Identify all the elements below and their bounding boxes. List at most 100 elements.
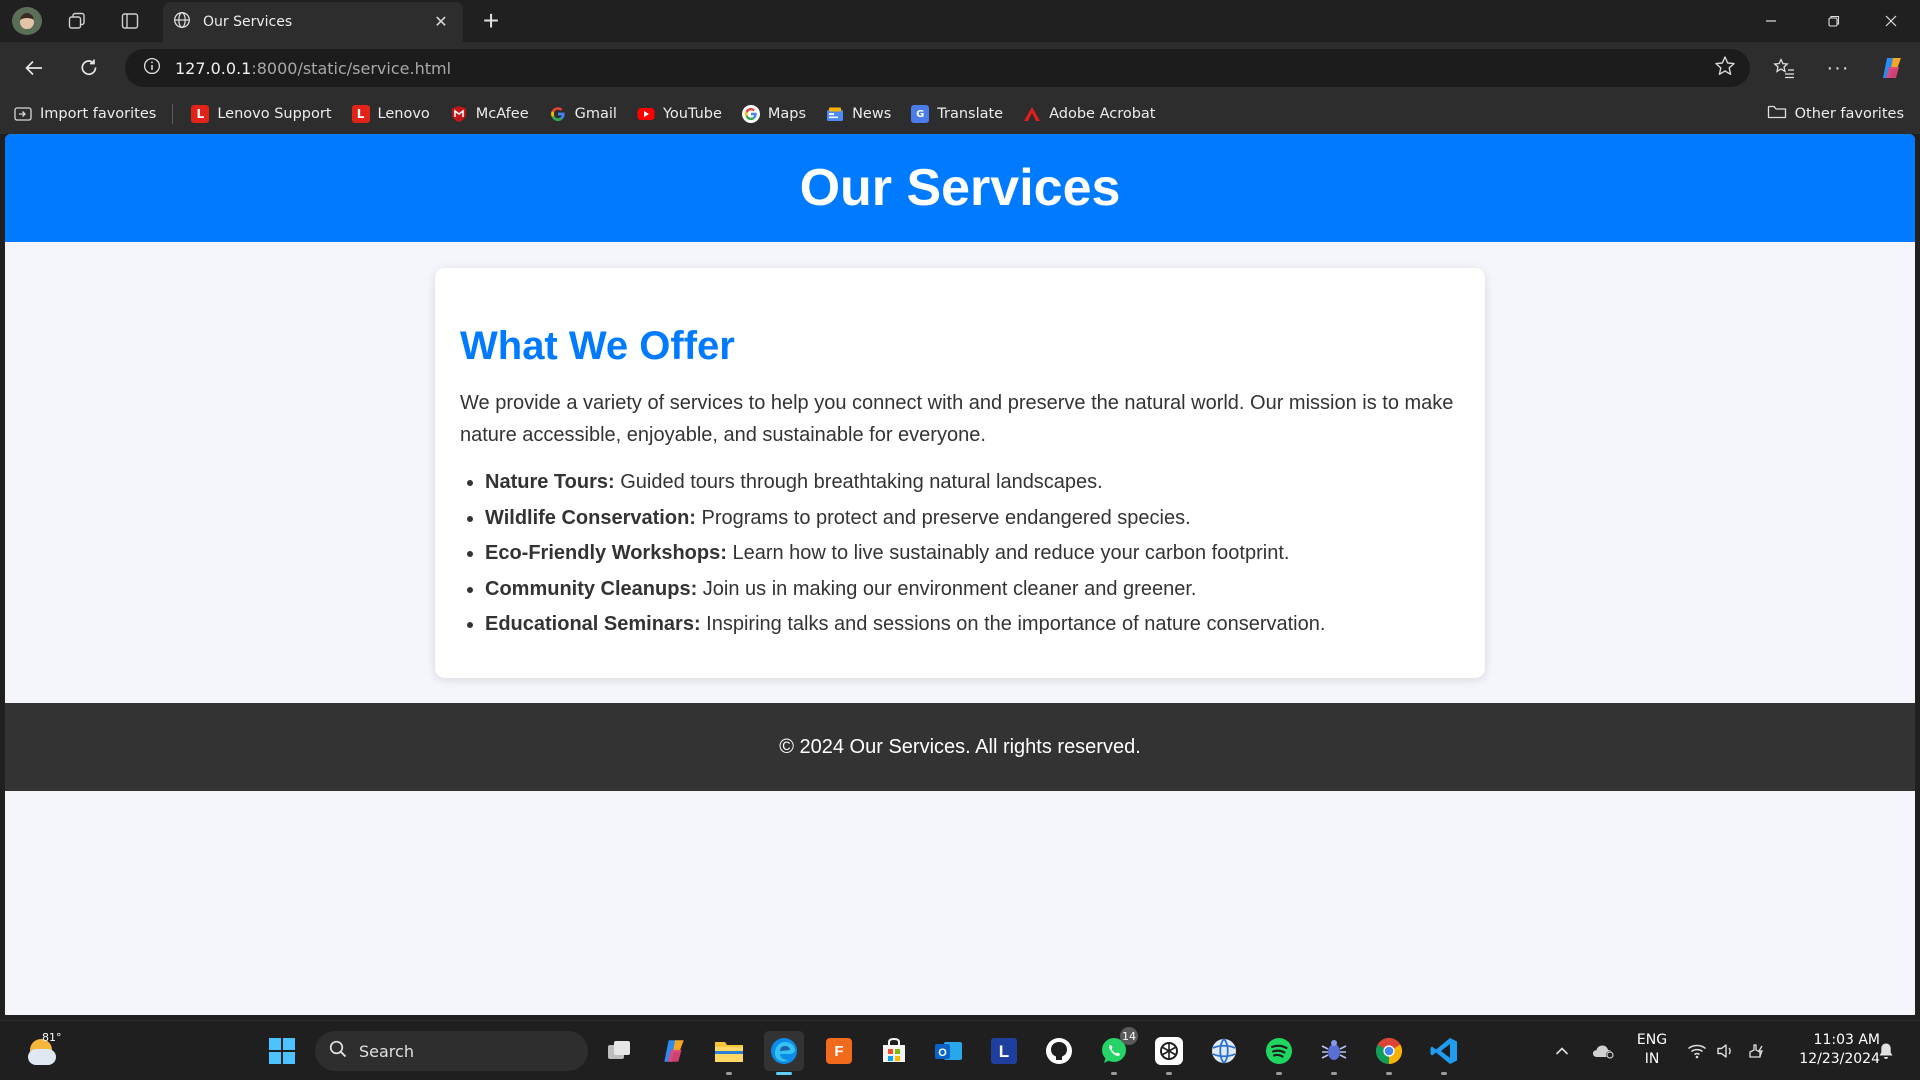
minimize-button[interactable] [1742, 0, 1800, 42]
taskbar-search[interactable]: Search [315, 1031, 588, 1071]
mcafee-icon [450, 105, 468, 123]
language-indicator[interactable]: ENG IN [1630, 1031, 1674, 1069]
chatgpt-icon[interactable] [1149, 1031, 1189, 1075]
news-icon [826, 105, 844, 123]
translate-icon: G [911, 105, 930, 123]
weather-cloud-icon [28, 1049, 56, 1065]
service-name: Nature Tours: [485, 471, 615, 493]
fav-news[interactable]: News [826, 105, 891, 123]
lenovo-icon: L [191, 105, 210, 123]
edge-browser-icon[interactable] [764, 1031, 804, 1075]
wifi-icon[interactable] [1685, 1021, 1709, 1080]
fav-maps[interactable]: Maps [741, 105, 807, 123]
fav-gmail[interactable]: Gmail [549, 105, 617, 123]
favorites-collection-icon[interactable] [1766, 50, 1802, 86]
fav-youtube[interactable]: YouTube [637, 105, 722, 123]
start-button[interactable] [262, 1031, 302, 1071]
active-indicator [776, 1072, 792, 1075]
chevron-up-icon[interactable] [1550, 1021, 1574, 1080]
import-icon [14, 105, 32, 123]
refresh-button[interactable] [71, 50, 107, 86]
other-favorites-label: Other favorites [1794, 106, 1904, 122]
tab-close-icon[interactable]: ✕ [429, 12, 453, 32]
onedrive-icon[interactable] [1590, 1021, 1618, 1080]
new-tab-button[interactable]: + [474, 4, 508, 38]
task-view-icon[interactable] [599, 1031, 639, 1071]
list-item: Eco-Friendly Workshops: Learn how to liv… [485, 536, 1460, 572]
fav-label: Lenovo [377, 106, 430, 122]
svg-text:F: F [834, 1043, 843, 1060]
page-viewport: Our Services What We Offer We provide a … [5, 134, 1915, 1015]
fav-label: Adobe Acrobat [1049, 106, 1156, 122]
running-indicator [1331, 1072, 1337, 1075]
folder-icon [1767, 104, 1787, 124]
google-icon [549, 105, 567, 123]
fav-adobe-acrobat[interactable]: Adobe Acrobat [1023, 105, 1156, 123]
whatsapp-icon[interactable]: 14 [1094, 1027, 1138, 1075]
running-indicator [1111, 1072, 1117, 1075]
site-info-icon[interactable] [143, 57, 161, 80]
weather-temp: 81° [42, 1031, 62, 1044]
search-placeholder: Search [359, 1041, 414, 1061]
file-explorer-icon[interactable] [709, 1031, 749, 1075]
vscode-icon[interactable] [1424, 1031, 1464, 1075]
lenovo-icon: L [351, 105, 370, 123]
fav-import-favorites[interactable]: Import favorites [14, 105, 156, 123]
globe-icon [173, 11, 191, 34]
copilot-taskbar-icon[interactable] [654, 1031, 694, 1071]
tab-our-services[interactable]: Our Services ✕ [163, 2, 463, 42]
clock[interactable]: 11:03 AM 12/23/2024 [1780, 1031, 1880, 1069]
vertical-tabs-icon[interactable] [115, 6, 145, 36]
clock-date: 12/23/2024 [1799, 1051, 1880, 1067]
workspaces-icon[interactable] [62, 6, 92, 36]
region-code: IN [1644, 1051, 1660, 1067]
bug-app-icon[interactable] [1314, 1031, 1354, 1075]
page-title: Our Services [799, 159, 1121, 217]
spotify-icon[interactable] [1259, 1031, 1299, 1075]
fav-label: Translate [937, 106, 1004, 122]
service-desc: Guided tours through breathtaking natura… [614, 471, 1103, 493]
tab-title: Our Services [203, 14, 293, 30]
fav-label: Maps [767, 106, 807, 122]
service-desc: Learn how to live sustainably and reduce… [726, 542, 1290, 564]
favorite-star-icon[interactable] [1714, 55, 1736, 83]
more-menu-icon[interactable]: ··· [1820, 50, 1856, 86]
notification-badge: 14 [1120, 1027, 1138, 1045]
browser-toolbar: 127.0.0.1:8000/static/service.html ··· [0, 42, 1920, 94]
running-indicator [1276, 1072, 1282, 1075]
profile-avatar[interactable] [12, 7, 42, 35]
address-bar[interactable]: 127.0.0.1:8000/static/service.html [125, 49, 1750, 87]
chrome-icon[interactable] [1369, 1031, 1409, 1075]
globe-app-icon[interactable] [1204, 1031, 1244, 1071]
fav-lenovo[interactable]: L Lenovo [351, 105, 430, 123]
fav-mcafee[interactable]: McAfee [450, 105, 529, 123]
microsoft-store-icon[interactable] [874, 1031, 914, 1071]
google-icon [741, 105, 760, 123]
service-name: Community Cleanups: [485, 577, 698, 600]
footer-copyright: © 2024 Our Services. All rights reserved… [779, 735, 1141, 758]
fav-label: News [852, 106, 892, 122]
fl-studio-icon[interactable]: F [819, 1031, 859, 1071]
services-card: What We Offer We provide a variety of se… [435, 268, 1485, 678]
url-host: 127.0.0.1 [175, 58, 252, 78]
close-window-button[interactable] [1862, 0, 1920, 42]
github-icon[interactable] [1039, 1031, 1079, 1071]
site-header: Our Services [5, 134, 1915, 242]
copilot-icon[interactable] [1874, 50, 1910, 86]
notification-bell-icon[interactable] [1872, 1021, 1900, 1080]
clock-time: 11:03 AM [1813, 1032, 1880, 1048]
list-item: Community Cleanups: Join us in making ou… [485, 572, 1460, 608]
fav-translate[interactable]: G Translate [911, 105, 1003, 123]
battery-charging-icon[interactable] [1745, 1021, 1771, 1080]
fav-label: YouTube [662, 106, 722, 122]
site-footer: © 2024 Our Services. All rights reserved… [5, 703, 1915, 791]
fav-label: McAfee [475, 106, 529, 122]
back-button[interactable] [16, 50, 52, 86]
fav-other-favorites[interactable]: Other favorites [1767, 94, 1904, 134]
outlook-icon[interactable]: O [929, 1031, 969, 1071]
service-desc: Inspiring talks and sessions on the impo… [700, 613, 1326, 635]
volume-icon[interactable] [1714, 1021, 1738, 1080]
lenovo-vantage-icon[interactable]: L [984, 1031, 1024, 1071]
restore-button[interactable] [1805, 0, 1863, 42]
fav-lenovo-support[interactable]: L Lenovo Support [191, 105, 332, 123]
